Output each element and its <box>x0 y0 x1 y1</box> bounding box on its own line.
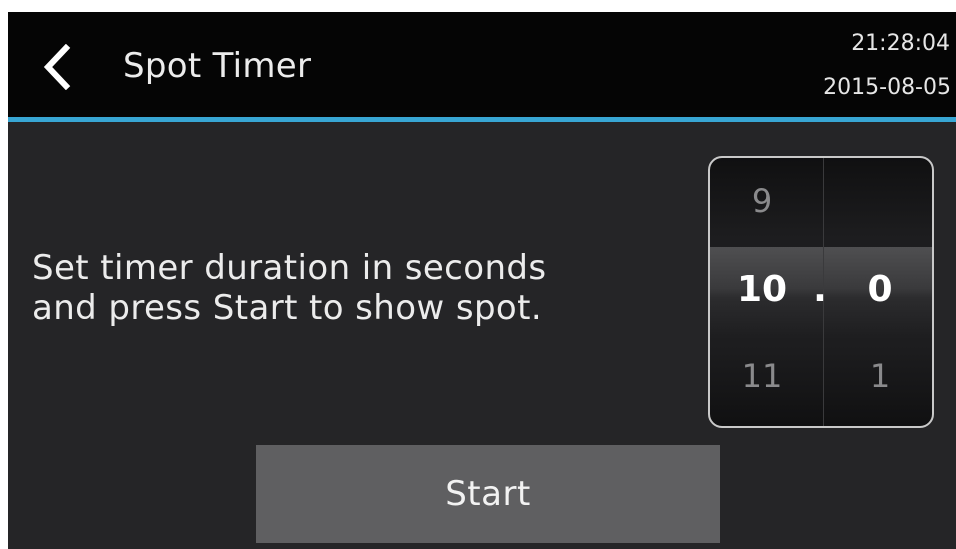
duration-picker[interactable]: 9 10 11 . 0 1 <box>708 156 934 428</box>
start-button[interactable]: Start <box>256 445 720 543</box>
header-bar: Spot Timer 21:28:04 2015-08-05 <box>8 12 956 117</box>
integer-prev-value[interactable]: 9 <box>710 182 814 220</box>
chevron-left-icon <box>43 44 71 90</box>
integer-selected-value[interactable]: 10 <box>710 269 814 310</box>
decimal-wheel[interactable]: 0 1 <box>826 158 932 426</box>
integer-wheel[interactable]: 9 10 11 <box>710 158 814 426</box>
clock-time: 21:28:04 <box>851 31 950 56</box>
header-accent-line <box>8 117 956 122</box>
instruction-text: Set timer duration in seconds and press … <box>32 248 682 328</box>
decimal-next-value[interactable]: 1 <box>826 357 932 395</box>
instruction-line-2: and press Start to show spot. <box>32 288 543 328</box>
clock-date: 2015-08-05 <box>823 75 951 100</box>
instruction-line-1: Set timer duration in seconds <box>32 248 547 288</box>
back-button[interactable] <box>30 40 84 94</box>
page-title: Spot Timer <box>123 46 312 86</box>
spot-timer-screen: Spot Timer 21:28:04 2015-08-05 Set timer… <box>8 12 956 549</box>
integer-next-value[interactable]: 11 <box>710 357 814 395</box>
decimal-selected-value[interactable]: 0 <box>826 269 932 310</box>
